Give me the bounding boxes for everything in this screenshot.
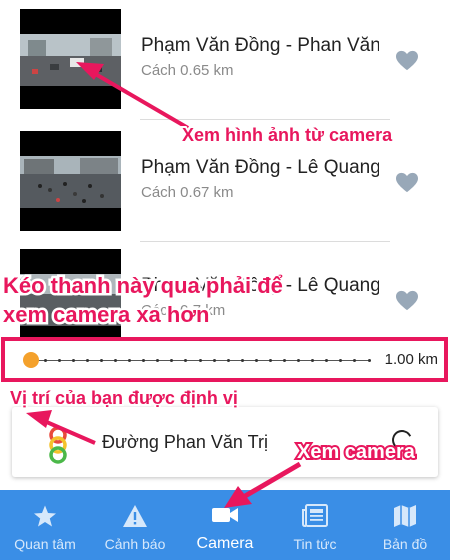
divider [140, 119, 390, 120]
camera-distance: Cách 0.67 km [141, 184, 234, 201]
warning-icon [123, 505, 147, 527]
slider-tick [142, 358, 146, 362]
heart-icon[interactable] [396, 290, 418, 312]
slider-tick [114, 358, 117, 362]
nav-item-canh-bao[interactable]: Cảnh báo [90, 490, 180, 560]
heart-icon[interactable] [396, 50, 418, 72]
nav-label: Cảnh báo [104, 536, 166, 552]
slider-tick [71, 358, 75, 362]
slider-tick [57, 358, 61, 362]
slider-tick [283, 358, 286, 362]
annotation-your-location: Vị trí của bạn được định vị [8, 386, 240, 410]
annotation-view-camera-image: Xem hình ảnh từ camera [180, 123, 394, 147]
slider-tick [339, 358, 343, 362]
current-location-text: Đường Phan Văn Trị [102, 432, 268, 452]
slider-tick [367, 358, 371, 362]
slider-tick [254, 358, 258, 362]
slider-tick [184, 358, 188, 362]
distance-slider-knob[interactable] [23, 352, 39, 368]
annotation-drag-line-1: Kéo thanh này qua phải để [1, 271, 286, 301]
slider-tick [268, 358, 272, 362]
star-icon [34, 505, 56, 527]
nav-label: Bản đồ [382, 536, 428, 552]
map-icon [394, 505, 416, 527]
nav-label: Quan tâm [14, 536, 76, 552]
traffic-scene-image [20, 156, 121, 208]
nav-item-tin-tuc[interactable]: Tin tức [270, 490, 360, 560]
slider-tick [85, 358, 89, 362]
slider-tick [212, 358, 216, 362]
newspaper-icon [302, 504, 328, 527]
nav-label: Tin tức [293, 536, 337, 552]
location-icon [49, 426, 67, 464]
slider-tick [353, 358, 357, 362]
nav-item-ban-do[interactable]: Bản đồ [360, 490, 450, 560]
distance-slider-track[interactable] [29, 358, 371, 362]
distance-slider-panel: 1.00 km [1, 337, 448, 382]
slider-tick [240, 358, 244, 362]
slider-tick [43, 358, 47, 362]
nav-item-quan-tam[interactable]: Quan tâm [0, 490, 90, 560]
camera-icon [212, 508, 238, 522]
annotation-drag-line-2: xem camera xa hơn [1, 300, 212, 330]
heart-icon[interactable] [396, 172, 418, 194]
bottom-navigation: Quan tâm Cảnh báo Camera Tin tức Bản đồ [0, 490, 450, 560]
slider-tick [311, 358, 315, 362]
camera-list-item[interactable]: Phạm Văn Đồng - Phan Văn Cách 0.65 km [0, 0, 450, 120]
traffic-scene-image [20, 34, 121, 86]
nav-item-camera[interactable]: Camera [180, 490, 270, 560]
distance-value: 1.00 km [384, 351, 438, 368]
nav-label: Camera [196, 535, 254, 552]
camera-thumbnail[interactable] [20, 9, 121, 109]
slider-tick [226, 358, 230, 362]
slider-tick [297, 358, 301, 362]
camera-distance: Cách 0.65 km [141, 62, 234, 79]
slider-tick [198, 358, 202, 362]
camera-title: Phạm Văn Đồng - Phan Văn [141, 35, 379, 56]
annotation-drag-slider: Kéo thanh này qua phải để xem camera xa … [1, 271, 286, 330]
slider-tick [325, 358, 329, 362]
camera-thumbnail[interactable] [20, 131, 121, 231]
slider-tick [99, 358, 103, 362]
slider-tick [156, 358, 160, 362]
annotation-view-camera: Xem camera [295, 439, 417, 465]
camera-title: Phạm Văn Đồng - Lê Quang [141, 157, 379, 178]
slider-tick [128, 358, 132, 362]
slider-tick [170, 358, 174, 362]
